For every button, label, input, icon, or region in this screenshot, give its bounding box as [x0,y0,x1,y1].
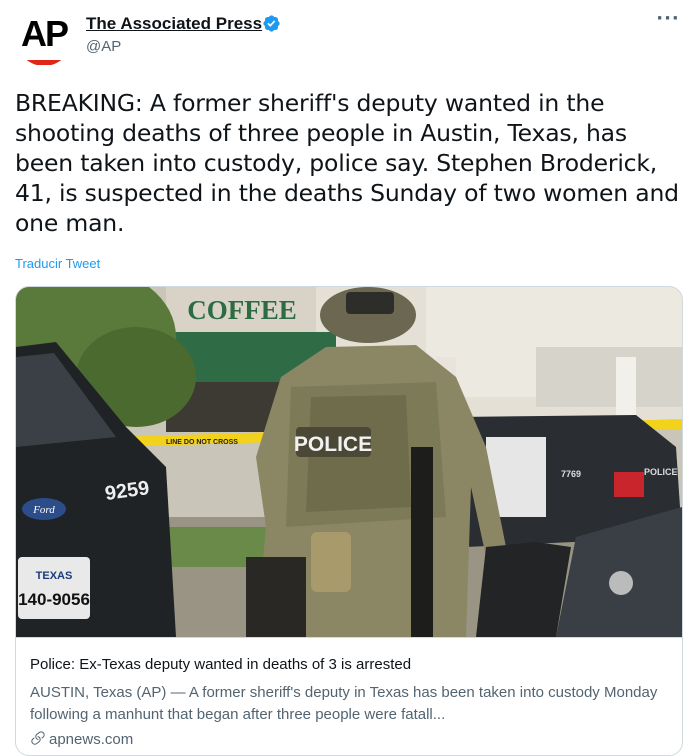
coffee-sign: COFFEE [187,295,297,325]
card-photo-illustration: TEXAS 140-9056 Ford 9259 7769 POLICE POL… [16,287,682,637]
link-card[interactable]: TEXAS 140-9056 Ford 9259 7769 POLICE POL… [15,286,683,756]
tweet-text: BREAKING: A former sheriff's deputy want… [15,89,679,237]
account-handle[interactable]: @AP [86,38,121,55]
link-icon [31,731,45,745]
card-description: AUSTIN, Texas (AP) — A former sheriff's … [30,684,658,723]
tweet-header: AP The Associated Press @AP ··· [0,0,700,80]
more-options-icon[interactable]: ··· [656,10,680,34]
card-domain[interactable]: apnews.com [30,730,133,748]
plate-state: TEXAS [36,570,73,582]
plate-number: 140-9056 [18,590,90,609]
avatar[interactable]: AP [16,10,72,66]
verified-icon [263,15,280,32]
card-title: Police: Ex-Texas deputy wanted in deaths… [30,656,412,673]
car2-text: POLICE [644,467,678,477]
vest-label: POLICE [294,433,372,456]
card-photo: TEXAS 140-9056 Ford 9259 7769 POLICE POL… [16,287,682,637]
car2-number: 7769 [561,469,581,479]
card-domain-text: apnews.com [49,731,134,748]
ap-logo-bar [25,60,61,65]
car-badge: Ford [32,504,55,516]
card-body[interactable]: Police: Ex-Texas deputy wanted in deaths… [16,637,682,755]
ap-logo: AP [20,13,69,54]
translate-link[interactable]: Traducir Tweet [15,256,100,271]
account-name[interactable]: The Associated Press [86,14,262,34]
police-tape-text: LINE DO NOT CROSS [166,439,238,446]
